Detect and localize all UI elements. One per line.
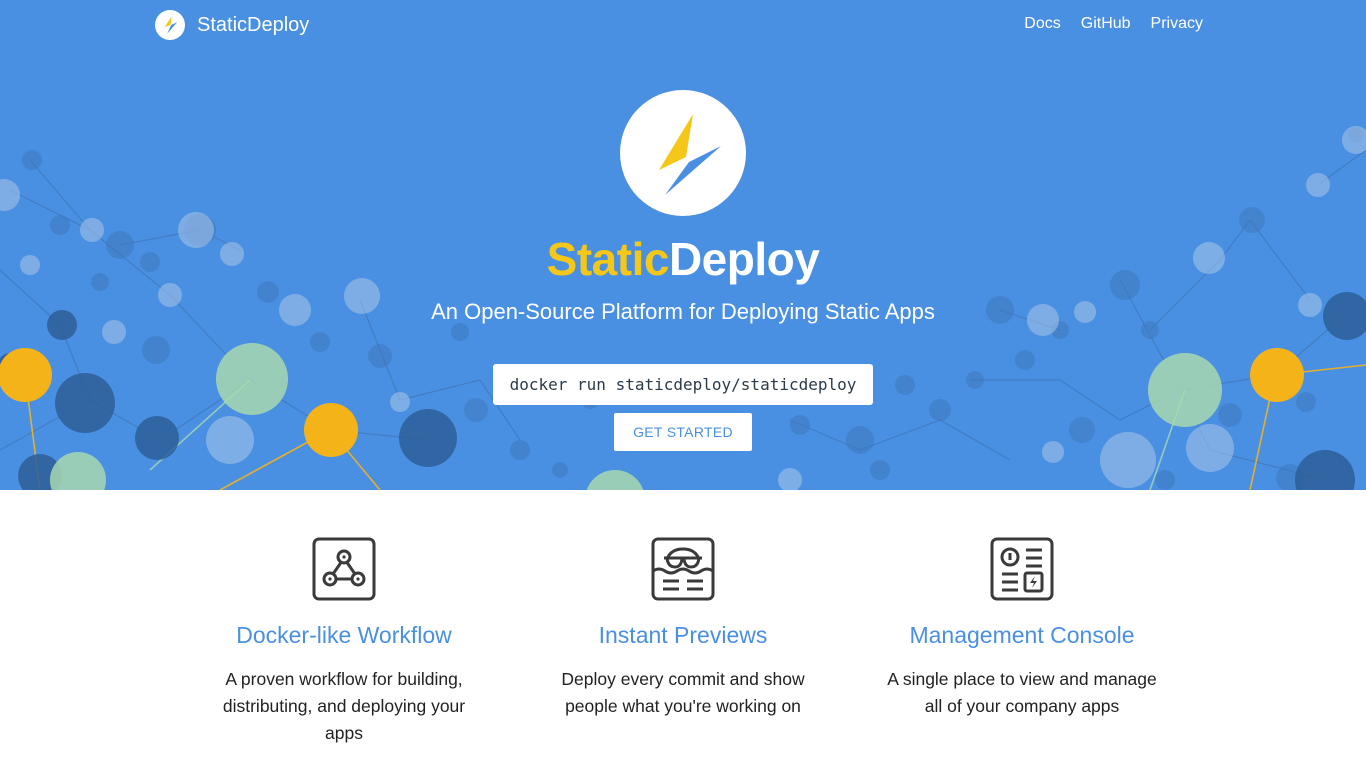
network-nodes-icon: [312, 537, 376, 601]
console-dashboard-icon: [990, 537, 1054, 601]
nav-link-github[interactable]: GitHub: [1081, 15, 1131, 33]
feature-desc-instant-previews: Deploy every commit and show people what…: [561, 669, 805, 716]
feature-title-instant-previews[interactable]: Instant Previews: [533, 622, 833, 649]
docker-command-box[interactable]: docker run staticdeploy/staticdeploy: [493, 364, 873, 405]
brand-name: StaticDeploy: [197, 13, 310, 36]
nav-link-docs[interactable]: Docs: [1024, 15, 1060, 33]
feature-management-console: Management Console A single place to vie…: [872, 537, 1172, 720]
get-started-button[interactable]: GET STARTED: [614, 413, 752, 451]
feature-desc-management-console: A single place to view and manage all of…: [887, 669, 1157, 716]
hero-title-static: Static: [546, 233, 670, 285]
top-navbar: StaticDeploy Docs GitHub Privacy: [0, 0, 1366, 50]
feature-desc-docker-workflow: A proven workflow for building, distribu…: [222, 669, 466, 743]
hero-title-deploy: Deploy: [668, 233, 820, 285]
hero-bolt-logo-icon: [620, 90, 746, 216]
glasses-preview-icon: [651, 537, 715, 601]
hero-section: StaticDeploy Docs GitHub Privacy StaticD…: [0, 0, 1366, 490]
feature-title-management-console[interactable]: Management Console: [872, 622, 1172, 649]
feature-instant-previews: Instant Previews Deploy every commit and…: [533, 537, 833, 720]
brand-link[interactable]: StaticDeploy: [155, 10, 309, 40]
bolt-logo-icon: [155, 10, 185, 40]
feature-docker-workflow: Docker-like Workflow A proven workflow f…: [194, 537, 494, 747]
nav-link-privacy[interactable]: Privacy: [1151, 15, 1203, 33]
nav-links: Docs GitHub Privacy: [1004, 15, 1203, 33]
hero-title: StaticDeploy: [0, 232, 1366, 286]
features-section: Docker-like Workflow A proven workflow f…: [0, 490, 1366, 768]
feature-title-docker-workflow[interactable]: Docker-like Workflow: [194, 622, 494, 649]
hero-subtitle: An Open-Source Platform for Deploying St…: [431, 299, 935, 324]
